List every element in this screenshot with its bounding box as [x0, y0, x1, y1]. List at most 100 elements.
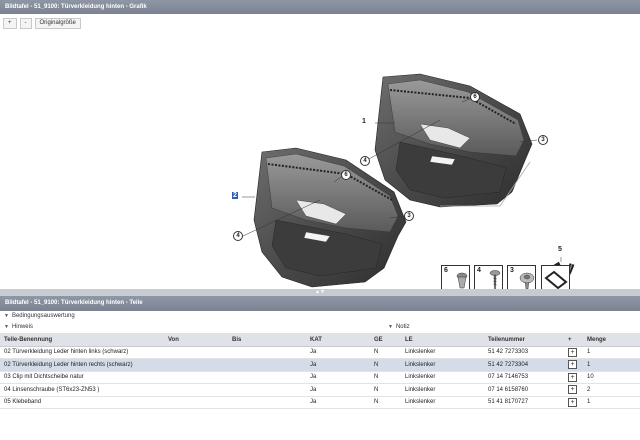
kat-cell: Ja — [306, 371, 370, 384]
panel-splitter[interactable]: ▲▼ — [0, 289, 640, 296]
quantity-cell: 1 — [583, 346, 640, 359]
table-row[interactable]: 03 Clip mit Dichtscheibe natur Ja N Link… — [0, 371, 640, 384]
part-number-cell: 07 14 6158760 — [484, 383, 564, 397]
splitter-grip-icon[interactable]: ▲▼ — [315, 290, 325, 295]
part-name-cell: 04 Linsenschraube (ST6x23-ZN53 ) — [0, 383, 164, 397]
from-cell — [164, 358, 228, 372]
zoom-in-button[interactable]: + — [3, 17, 17, 29]
kat-cell: Ja — [306, 358, 370, 372]
thumbnail-number: 4 — [477, 267, 481, 274]
add-to-cart-icon[interactable]: + — [568, 347, 577, 357]
quantity-cell: 10 — [583, 371, 640, 384]
table-row[interactable]: 02 Türverkleidung Leder hinten links (sc… — [0, 346, 640, 359]
hint-label: Hinweis — [11, 324, 33, 330]
table-row[interactable]: 04 Linsenschraube (ST6x23-ZN53 ) Ja N Li… — [0, 383, 640, 397]
kat-cell: Ja — [306, 396, 370, 409]
part-number-cell: 07 14 7146753 — [484, 371, 564, 384]
graphic-toolbar: + - Originalgröße — [0, 14, 640, 32]
table-header-row: Teile-Benennung Von Bis KAT GE LE Teilen… — [0, 334, 640, 347]
add-to-cart-icon[interactable]: + — [568, 397, 577, 407]
thumbnail-number: 6 — [444, 267, 448, 274]
add-cell: + — [564, 346, 583, 359]
from-cell — [164, 383, 228, 397]
add-to-cart-icon[interactable]: + — [568, 385, 577, 395]
condition-toggle[interactable]: ▼ Bedingungsauswertung — [0, 311, 640, 321]
add-to-cart-icon[interactable]: + — [568, 360, 577, 370]
graphic-panel-title: Bildtafel - 51_9100: Türverkleidung hint… — [0, 0, 640, 14]
note-toggle[interactable]: ▼ Notiz — [388, 321, 410, 334]
add-to-cart-icon[interactable]: + — [568, 372, 577, 382]
to-cell — [228, 346, 306, 359]
add-cell: + — [564, 371, 583, 384]
zoom-out-button[interactable]: - — [19, 17, 32, 29]
callout-3-left[interactable]: 3 — [404, 211, 414, 221]
callout-1[interactable]: 1 — [362, 118, 366, 125]
ge-cell: N — [370, 396, 401, 409]
to-cell — [228, 358, 306, 372]
column-header[interactable]: KAT — [306, 334, 370, 347]
from-cell — [164, 346, 228, 359]
parts-panel-title: Bildtafel - 51_9100: Türverkleidung hint… — [0, 296, 640, 311]
thumbnail-5[interactable] — [541, 265, 570, 291]
column-header[interactable]: + — [564, 334, 583, 347]
le-cell: Linkslenker — [401, 371, 484, 384]
callout-6-right[interactable]: 6 — [470, 92, 480, 102]
column-header[interactable]: Teilenummer — [484, 334, 564, 347]
le-cell: Linkslenker — [401, 358, 484, 372]
part-name-cell: 03 Clip mit Dichtscheibe natur — [0, 371, 164, 384]
hint-toggle[interactable]: ▼ Hinweis — [4, 321, 33, 334]
ge-cell: N — [370, 371, 401, 384]
part-number-cell: 51 42 7273303 — [484, 346, 564, 359]
part-number-cell: 51 41 8170727 — [484, 396, 564, 409]
thumbnail-6[interactable]: 6 — [441, 265, 470, 291]
column-header[interactable]: Von — [164, 334, 228, 347]
hint-note-row: ▼ Hinweis ▼ Notiz — [0, 321, 640, 334]
ge-cell: N — [370, 358, 401, 372]
add-cell: + — [564, 383, 583, 397]
callout-2[interactable]: 2 — [232, 192, 238, 199]
ge-cell: N — [370, 383, 401, 397]
thumbnail-number: 3 — [510, 267, 514, 274]
column-header[interactable]: GE — [370, 334, 401, 347]
callout-4-left[interactable]: 4 — [233, 231, 243, 241]
kat-cell: Ja — [306, 346, 370, 359]
chevron-down-icon: ▼ — [388, 324, 393, 330]
callout-4-right[interactable]: 4 — [360, 156, 370, 166]
ge-cell: N — [370, 346, 401, 359]
column-header[interactable]: Teile-Benennung — [0, 334, 164, 347]
to-cell — [228, 371, 306, 384]
thumbnail-3[interactable]: 3 — [507, 265, 536, 291]
column-header[interactable]: Menge — [583, 334, 640, 347]
thumbnail-4[interactable]: 4 — [474, 265, 503, 291]
kat-cell: Ja — [306, 383, 370, 397]
from-cell — [164, 371, 228, 384]
le-cell: Linkslenker — [401, 346, 484, 359]
chevron-down-icon: ▼ — [4, 324, 9, 330]
column-header[interactable]: Bis — [228, 334, 306, 347]
table-row[interactable]: 05 Klebeband Ja N Linkslenker 51 41 8170… — [0, 396, 640, 409]
part-name-cell: 02 Türverkleidung Leder hinten rechts (s… — [0, 358, 164, 372]
table-row-selected[interactable]: 02 Türverkleidung Leder hinten rechts (s… — [0, 358, 640, 372]
column-header[interactable]: LE — [401, 334, 484, 347]
to-cell — [228, 396, 306, 409]
note-label: Notiz — [395, 324, 410, 330]
door-panel-right — [374, 73, 533, 208]
parts-diagram[interactable]: 1 2 3 3 4 4 5 6 6 — [0, 32, 640, 289]
quantity-cell: 2 — [583, 383, 640, 397]
add-cell: + — [564, 396, 583, 409]
door-panels-illustration — [242, 73, 575, 289]
callout-6-left[interactable]: 6 — [341, 170, 351, 180]
callout-5[interactable]: 5 — [558, 246, 562, 253]
original-size-button[interactable]: Originalgröße — [34, 17, 81, 29]
add-cell: + — [564, 358, 583, 372]
part-name-cell: 05 Klebeband — [0, 396, 164, 409]
from-cell — [164, 396, 228, 409]
part-name-cell: 02 Türverkleidung Leder hinten links (sc… — [0, 346, 164, 359]
quantity-cell: 1 — [583, 396, 640, 409]
callout-3-right[interactable]: 3 — [538, 135, 548, 145]
le-cell: Linkslenker — [401, 383, 484, 397]
quantity-cell: 1 — [583, 358, 640, 372]
part-number-cell: 51 42 7273304 — [484, 358, 564, 372]
chevron-down-icon: ▼ — [4, 313, 9, 319]
to-cell — [228, 383, 306, 397]
